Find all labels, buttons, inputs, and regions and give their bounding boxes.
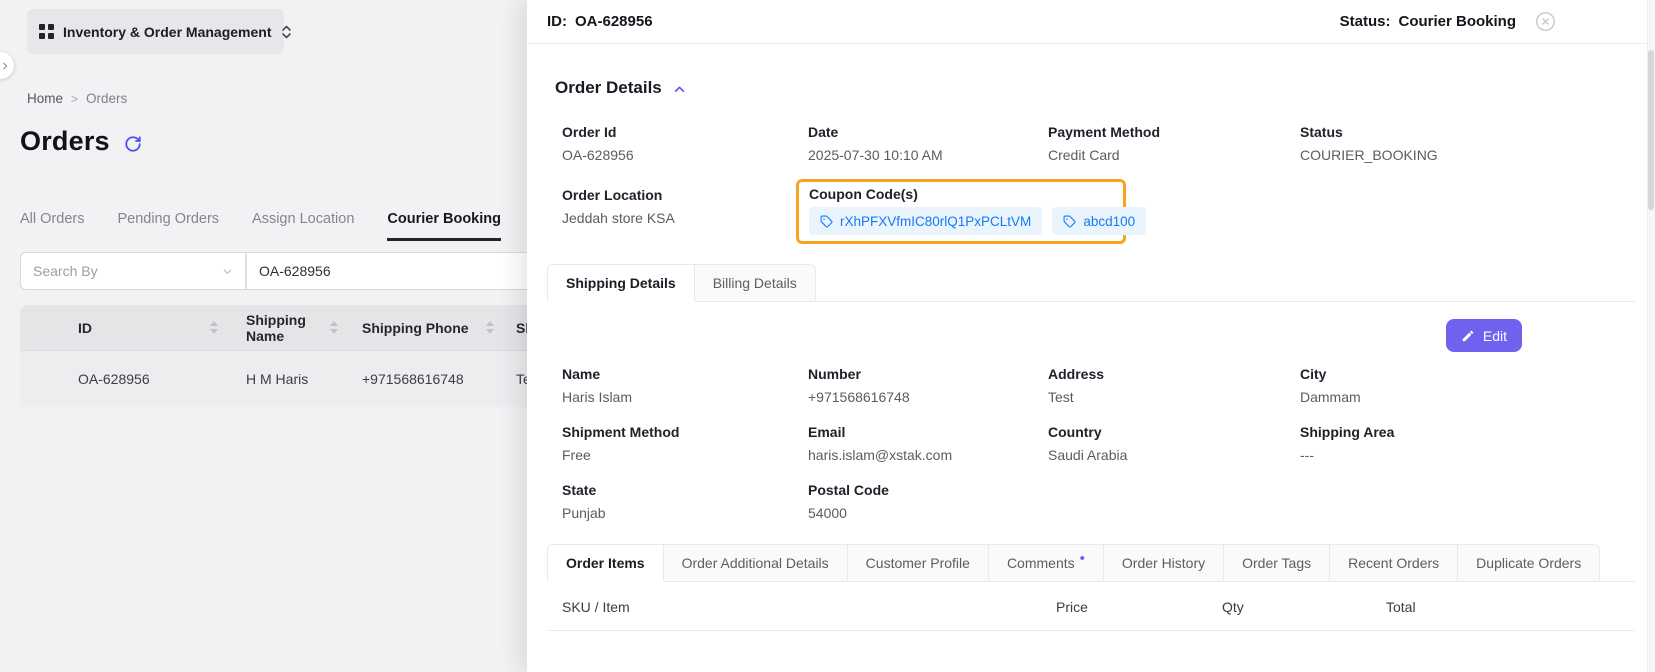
cell-shipping-name: H M Haris bbox=[232, 371, 352, 387]
scrollbar-thumb[interactable] bbox=[1648, 50, 1654, 210]
order-details-title: Order Details bbox=[555, 78, 662, 98]
cell-shipping-phone: +971568616748 bbox=[352, 371, 508, 387]
field-order-id: Order Id OA-628956 bbox=[562, 124, 808, 163]
breadcrumb-orders: Orders bbox=[86, 91, 127, 106]
column-header-shipping-phone[interactable]: Shipping Phone bbox=[352, 320, 508, 336]
field-name: Name Haris Islam bbox=[562, 366, 808, 405]
order-details-drawer: ID: OA-628956 Status: Courier Booking Or… bbox=[527, 0, 1655, 672]
drawer-scrollbar[interactable] bbox=[1647, 0, 1655, 672]
tab-duplicate-orders[interactable]: Duplicate Orders bbox=[1458, 544, 1600, 582]
chevron-down-icon bbox=[222, 266, 233, 277]
collapse-section-button[interactable] bbox=[673, 83, 686, 96]
items-column-qty: Qty bbox=[1222, 599, 1386, 615]
column-header-shipping-name[interactable]: Shipping Name bbox=[232, 312, 352, 344]
address-tab-bar: Shipping Details Billing Details bbox=[547, 264, 1635, 302]
coupon-chip[interactable]: abcd100 bbox=[1052, 207, 1146, 235]
breadcrumb-home[interactable]: Home bbox=[27, 91, 63, 106]
pencil-icon bbox=[1461, 329, 1475, 343]
tab-assign-location[interactable]: Assign Location bbox=[252, 211, 354, 241]
tab-customer-profile[interactable]: Customer Profile bbox=[848, 544, 989, 582]
tab-recent-orders[interactable]: Recent Orders bbox=[1330, 544, 1458, 582]
cell-order-id: OA-628956 bbox=[20, 371, 232, 387]
tab-comments[interactable]: Comments • bbox=[989, 544, 1104, 582]
tab-order-items[interactable]: Order Items bbox=[547, 544, 664, 582]
drawer-header: ID: OA-628956 Status: Courier Booking bbox=[527, 0, 1655, 44]
drawer-id-label: ID: bbox=[547, 13, 567, 30]
sorter-icon bbox=[209, 321, 219, 334]
edit-button[interactable]: Edit bbox=[1446, 319, 1522, 352]
comments-badge-dot: • bbox=[1080, 550, 1085, 567]
grid-apps-icon bbox=[39, 24, 54, 39]
tab-order-tags[interactable]: Order Tags bbox=[1224, 544, 1330, 582]
field-payment-method: Payment Method Credit Card bbox=[1048, 124, 1300, 163]
drawer-status-value: Courier Booking bbox=[1398, 13, 1516, 30]
field-city: City Dammam bbox=[1300, 366, 1635, 405]
order-section-tab-bar: Order Items Order Additional Details Cus… bbox=[547, 544, 1635, 582]
field-country: Country Saudi Arabia bbox=[1048, 424, 1300, 463]
close-drawer-button[interactable] bbox=[1535, 11, 1556, 32]
tab-courier-booking[interactable]: Courier Booking bbox=[387, 211, 501, 241]
field-email: Email haris.islam@xstak.com bbox=[808, 424, 1048, 463]
breadcrumb-separator: > bbox=[71, 92, 78, 106]
order-details-grid: Order Id OA-628956 Date 2025-07-30 10:10… bbox=[562, 124, 1635, 244]
coupon-codes-highlight: Coupon Code(s) rXhPFXVfmIC80rlQ1PxPCLtVM… bbox=[796, 179, 1126, 244]
coupon-chip[interactable]: rXhPFXVfmIC80rlQ1PxPCLtVM bbox=[809, 207, 1042, 235]
drawer-body: Order Details Order Id OA-628956 Date 20… bbox=[527, 44, 1655, 631]
app-switcher-label: Inventory & Order Management bbox=[63, 24, 272, 40]
breadcrumb: Home > Orders bbox=[27, 91, 127, 106]
items-column-price: Price bbox=[1056, 599, 1222, 615]
sorter-icon bbox=[329, 321, 339, 334]
refresh-button[interactable] bbox=[124, 135, 142, 153]
field-number: Number +971568616748 bbox=[808, 366, 1048, 405]
items-column-sku: SKU / Item bbox=[562, 599, 1056, 615]
order-items-table-header: SKU / Item Price Qty Total bbox=[562, 599, 1635, 615]
tab-order-history[interactable]: Order History bbox=[1104, 544, 1224, 582]
field-shipping-area: Shipping Area --- bbox=[1300, 424, 1635, 463]
tab-order-additional-details[interactable]: Order Additional Details bbox=[664, 544, 848, 582]
tab-billing-details[interactable]: Billing Details bbox=[695, 264, 816, 302]
field-order-location: Order Location Jeddah store KSA bbox=[562, 187, 808, 244]
chevron-right-icon bbox=[0, 61, 10, 71]
field-status: Status COURIER_BOOKING bbox=[1300, 124, 1635, 163]
app-switcher[interactable]: Inventory & Order Management bbox=[27, 9, 284, 54]
tab-shipping-details[interactable]: Shipping Details bbox=[547, 264, 695, 302]
sorter-icon bbox=[485, 321, 495, 334]
column-header-id[interactable]: ID bbox=[20, 320, 232, 336]
items-table-divider bbox=[547, 630, 1635, 631]
tab-pending-orders[interactable]: Pending Orders bbox=[117, 211, 219, 241]
tab-all-orders[interactable]: All Orders bbox=[20, 211, 84, 241]
field-date: Date 2025-07-30 10:10 AM bbox=[808, 124, 1048, 163]
page-title: Orders bbox=[20, 126, 110, 157]
select-caret-icon bbox=[281, 24, 292, 40]
items-column-total: Total bbox=[1386, 599, 1635, 615]
tag-icon bbox=[820, 215, 833, 228]
drawer-status-label: Status: bbox=[1340, 13, 1391, 30]
field-address: Address Test bbox=[1048, 366, 1300, 405]
field-postal-code: Postal Code 54000 bbox=[808, 482, 1048, 521]
drawer-id-value: OA-628956 bbox=[575, 13, 653, 30]
search-by-select[interactable]: Search By bbox=[20, 252, 246, 290]
shipping-details-grid: Name Haris Islam Number +971568616748 Ad… bbox=[562, 366, 1635, 521]
field-state: State Punjab bbox=[562, 482, 808, 521]
tag-icon bbox=[1063, 215, 1076, 228]
field-shipment-method: Shipment Method Free bbox=[562, 424, 808, 463]
search-by-placeholder: Search By bbox=[33, 263, 98, 279]
sidebar-expand-handle[interactable] bbox=[0, 52, 14, 79]
coupon-codes-label: Coupon Code(s) bbox=[809, 186, 1113, 202]
